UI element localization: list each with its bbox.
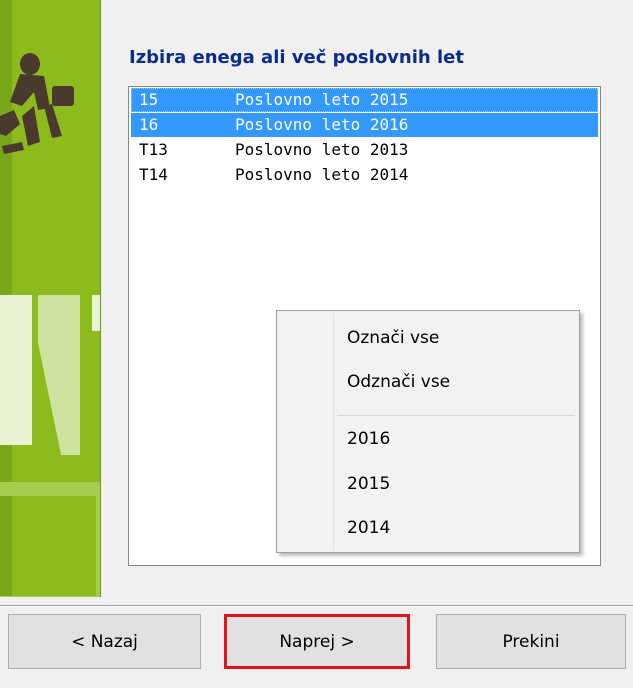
menu-item-select-all[interactable]: Označi vse [347,325,439,351]
list-item[interactable]: 16 Poslovno leto 2016 [131,113,598,137]
back-button[interactable]: < Nazaj [8,614,201,669]
list-item-name: Poslovno leto 2015 [235,90,409,109]
list-item-code: 16 [139,115,159,134]
button-bar-divider [0,605,633,607]
list-item[interactable]: 15 Poslovno leto 2015 [131,88,598,112]
cancel-button[interactable]: Prekini [436,614,626,669]
next-button[interactable]: Naprej > [224,614,410,669]
group-title: Izbira enega ali več poslovnih let [129,47,464,68]
menu-icon-gutter [333,313,334,550]
menu-item-year-2014[interactable]: 2014 [347,515,390,541]
banner-letter-shape [0,482,100,597]
menu-separator [337,415,575,416]
wizard-banner-image [0,0,101,597]
banner-letter-shape [0,295,32,445]
menu-item-year-2015[interactable]: 2015 [347,471,390,497]
list-item[interactable]: T14 Poslovno leto 2014 [131,163,598,187]
menu-item-deselect-all[interactable]: Odznači vse [347,369,450,395]
banner-letter-shape [92,295,100,331]
menu-item-year-2016[interactable]: 2016 [347,426,390,452]
list-item-code: T14 [139,165,168,184]
list-item[interactable]: T13 Poslovno leto 2013 [131,138,598,162]
context-menu: Označi vse Odznači vse 2016 2015 2014 [276,310,580,553]
list-item-name: Poslovno leto 2013 [235,140,409,159]
banner-letter-shape [38,295,80,455]
list-item-name: Poslovno leto 2016 [235,115,409,134]
person-illustration-icon [0,53,74,154]
list-item-name: Poslovno leto 2014 [235,165,409,184]
list-item-code: 15 [139,90,159,109]
list-item-code: T13 [139,140,168,159]
